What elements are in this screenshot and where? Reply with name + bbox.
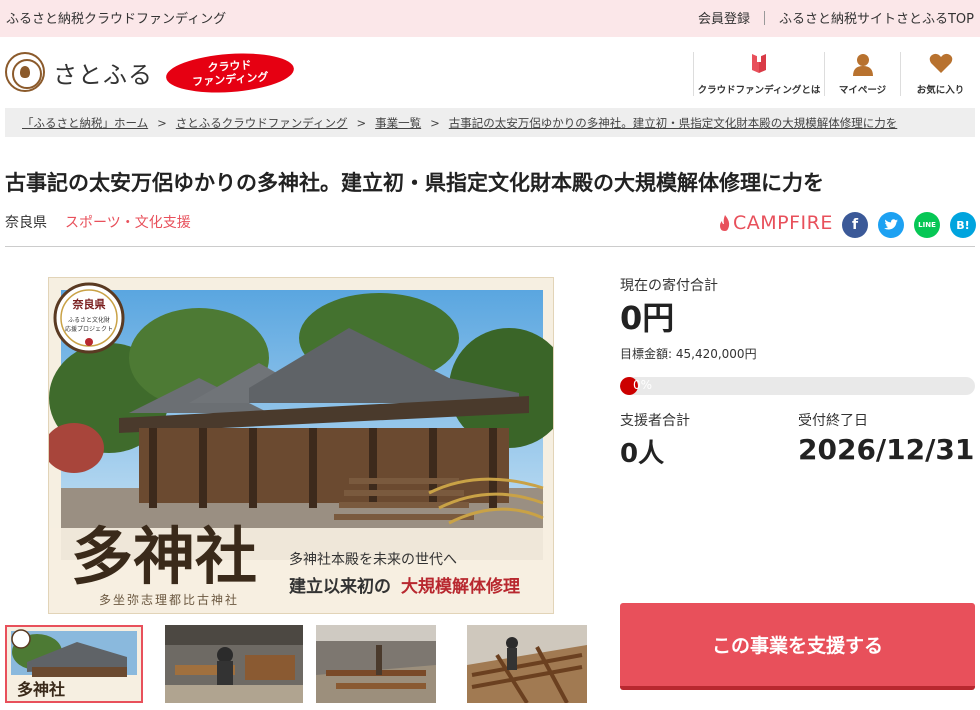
hatena-bookmark-icon: B! xyxy=(956,218,970,232)
site-header: さとふる クラウド ファンディング クラウドファンディングとは マイページ お気… xyxy=(0,37,980,105)
satofull-top-link[interactable]: ふるさと納税サイトさとふるTOP xyxy=(779,8,974,27)
supporters-value: 0人 xyxy=(620,439,665,469)
nav-about-crowdfunding[interactable]: クラウドファンディングとは xyxy=(693,52,824,96)
flame-icon xyxy=(720,215,730,231)
platform-name: CAMPFIRE xyxy=(733,212,833,234)
heart-icon xyxy=(929,53,952,73)
nav-label: クラウドファンディングとは xyxy=(697,85,821,96)
supporters-label: 支援者合計 xyxy=(620,413,690,429)
breadcrumb: 「ふるさと納税」ホーム > さとふるクラウドファンディング > 事業一覧 > 古… xyxy=(5,108,975,137)
facebook-icon: f xyxy=(851,217,859,233)
breadcrumb-project-list[interactable]: 事業一覧 xyxy=(375,115,421,131)
thumbnail-4[interactable] xyxy=(467,625,605,703)
twitter-share-button[interactable] xyxy=(878,212,904,238)
deadline-value: 2026/12/31 xyxy=(798,433,975,466)
breadcrumb-current[interactable]: 古事記の太安万侶ゆかりの多神社。建立初・県指定文化財本殿の大規模解体修理に力を xyxy=(449,115,898,131)
thumbnail-image: 多神社 xyxy=(7,627,141,701)
category-link[interactable]: スポーツ・文化支援 xyxy=(65,212,191,232)
site-logo-text[interactable]: さとふる xyxy=(53,55,153,90)
breadcrumb-separator: > xyxy=(430,115,440,130)
seal-line-1: ふるさと文化財 xyxy=(68,316,110,324)
hero-big-title: 多神社 xyxy=(71,520,257,593)
badge-line-2: ファンディング xyxy=(191,70,269,89)
breadcrumb-separator: > xyxy=(157,115,167,130)
hatena-share-button[interactable]: B! xyxy=(950,212,976,238)
top-bar-lead: ふるさと納税クラウドファンディング xyxy=(6,12,227,27)
facebook-share-button[interactable]: f xyxy=(842,212,868,238)
seal-line-2: 応援プロジェクト xyxy=(65,325,113,333)
total-donation-value: 0円 xyxy=(620,299,675,337)
thumbnail-1[interactable]: 多神社 xyxy=(5,625,143,703)
line-share-button[interactable]: LINE xyxy=(914,212,940,238)
page-title: 古事記の太安万侶ゆかりの多神社。建立初・県指定文化財本殿の大規模解体修理に力を xyxy=(5,171,824,195)
satofull-logo-icon[interactable] xyxy=(5,52,45,92)
divider xyxy=(763,10,765,25)
goal-amount: 目標金額: 45,420,000円 xyxy=(620,347,757,361)
hero-tagline-2b: 大規模解体修理 xyxy=(401,576,520,597)
thumbnail-title: 多神社 xyxy=(17,680,65,699)
breadcrumb-home[interactable]: 「ふるさと納税」ホーム xyxy=(22,115,148,131)
line-icon: LINE xyxy=(918,221,936,229)
thumbnail-2[interactable] xyxy=(165,625,303,703)
nav-label: マイページ xyxy=(838,85,887,96)
thumbnail-image xyxy=(467,625,587,703)
hero-tagline-1: 多神社本殿を未来の世代へ xyxy=(289,551,457,568)
total-donation-label: 現在の寄付合計 xyxy=(620,278,718,294)
thumbnail-image xyxy=(165,625,303,703)
nav-mypage[interactable]: マイページ xyxy=(824,52,900,96)
thumbnail-image xyxy=(316,625,436,703)
user-icon xyxy=(852,54,873,76)
member-register-link[interactable]: 会員登録 xyxy=(698,8,750,27)
progress-bar: 0% xyxy=(620,377,975,395)
nav-label: お気に入り xyxy=(916,85,965,96)
twitter-icon xyxy=(884,219,898,230)
top-bar-links: 会員登録 ふるさと納税サイトさとふるTOP xyxy=(698,8,974,27)
support-project-button[interactable]: この事業を支援する xyxy=(620,603,975,690)
header-nav: クラウドファンディングとは マイページ お気に入り xyxy=(693,52,980,96)
deadline-label: 受付終了日 xyxy=(798,413,868,429)
shrine-illustration: 奈良県 ふるさと文化財 応援プロジェクト 多神社 多坐弥志理都比古神社 多神社本… xyxy=(49,278,553,613)
project-main-image[interactable]: 奈良県 ふるさと文化財 応援プロジェクト 多神社 多坐弥志理都比古神社 多神社本… xyxy=(48,277,554,614)
seal-prefecture: 奈良県 xyxy=(72,297,106,311)
breadcrumb-crowdfunding[interactable]: さとふるクラウドファンディング xyxy=(176,115,348,131)
divider xyxy=(5,246,975,247)
campfire-logo[interactable]: CAMPFIRE xyxy=(719,212,833,234)
progress-percent: 0% xyxy=(633,378,653,392)
hero-sub-title: 多坐弥志理都比古神社 xyxy=(99,592,239,607)
hero-tagline-2a: 建立以来初の xyxy=(289,576,391,597)
book-icon xyxy=(752,53,766,73)
nav-favorites[interactable]: お気に入り xyxy=(900,52,980,96)
prefecture-label: 奈良県 xyxy=(5,215,47,231)
crowdfunding-badge[interactable]: クラウド ファンディング xyxy=(164,49,296,97)
breadcrumb-separator: > xyxy=(356,115,367,130)
thumbnail-3[interactable] xyxy=(316,625,454,703)
top-bar: ふるさと納税クラウドファンディング 会員登録 ふるさと納税サイトさとふるTOP xyxy=(0,0,980,37)
